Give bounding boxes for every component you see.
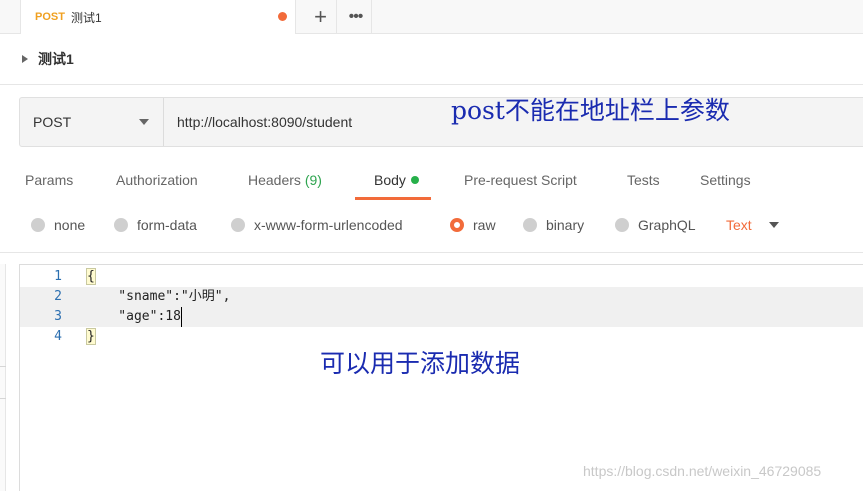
- tab-tests[interactable]: Tests: [627, 172, 660, 188]
- headers-count: (9): [304, 172, 322, 188]
- body-active-dot-icon: [410, 176, 419, 185]
- tab-params[interactable]: Params: [25, 172, 73, 188]
- body-type-urlencoded[interactable]: x-www-form-urlencoded: [231, 217, 403, 233]
- tab-body[interactable]: Body: [374, 172, 419, 188]
- tab-label: Pre-request Script: [464, 172, 577, 188]
- radio-icon: [615, 218, 629, 232]
- line-number: 1: [54, 269, 62, 284]
- tab-pre-request-script[interactable]: Pre-request Script: [464, 172, 577, 188]
- editor-line: 1 {: [20, 267, 863, 287]
- tab-method-badge: POST: [35, 11, 65, 23]
- tab-headers[interactable]: Headers (9): [248, 172, 322, 188]
- url-bar: POST: [19, 97, 863, 147]
- divider: [0, 84, 863, 85]
- new-tab-button[interactable]: +: [305, 0, 337, 34]
- line-number: 2: [54, 289, 62, 304]
- tab-label: Authorization: [116, 172, 198, 188]
- chevron-down-icon: [139, 119, 149, 125]
- tab-strip: POST 测试1 + •••: [0, 0, 863, 34]
- radio-icon: [31, 218, 45, 232]
- left-edge: [0, 264, 6, 491]
- body-type-graphql[interactable]: GraphQL: [615, 217, 696, 233]
- unsaved-dot-icon: [278, 12, 287, 21]
- radio-icon: [114, 218, 128, 232]
- annotation-bottom: 可以用于添加数据: [320, 349, 521, 378]
- tab-label: Params: [25, 172, 74, 188]
- code-text-current: "age":18: [87, 307, 182, 327]
- tab-label: Settings: [700, 172, 751, 188]
- request-header[interactable]: 测试1: [22, 49, 74, 69]
- tab-authorization[interactable]: Authorization: [116, 172, 198, 188]
- raw-format-label: Text: [726, 217, 752, 233]
- code-text: }: [86, 327, 96, 347]
- radio-label: form-data: [137, 217, 197, 233]
- body-type-none[interactable]: none: [31, 217, 85, 233]
- active-tab-underline: [355, 197, 431, 200]
- close-brace: }: [86, 328, 96, 345]
- tab-settings[interactable]: Settings: [700, 172, 751, 188]
- radio-selected-icon: [450, 218, 464, 232]
- edge-mark: [0, 398, 6, 399]
- plus-icon: +: [314, 4, 327, 29]
- tab-label: Tests: [627, 172, 660, 188]
- body-type-form-data[interactable]: form-data: [114, 217, 197, 233]
- expand-caret-icon[interactable]: [22, 55, 28, 63]
- method-dropdown[interactable]: POST: [20, 98, 164, 146]
- radio-icon: [231, 218, 245, 232]
- request-title: 测试1: [38, 51, 74, 67]
- radio-label: x-www-form-urlencoded: [254, 217, 403, 233]
- code-text: "sname":"小明",: [87, 289, 231, 304]
- tab-name: 测试1: [70, 10, 102, 25]
- method-label: POST: [33, 114, 72, 130]
- radio-icon: [523, 218, 537, 232]
- chevron-down-icon: [768, 222, 779, 228]
- line-number: 3: [54, 309, 62, 324]
- tab-label: Headers: [248, 172, 301, 188]
- radio-label: binary: [546, 217, 585, 233]
- radio-label: GraphQL: [638, 217, 696, 233]
- raw-format-dropdown[interactable]: Text: [726, 217, 779, 233]
- divider: [0, 252, 863, 253]
- more-tabs-button[interactable]: •••: [340, 0, 372, 34]
- editor-line: 2 "sname":"小明",: [20, 287, 863, 307]
- watermark: https://blog.csdn.net/weixin_46729085: [583, 463, 822, 479]
- radio-label: none: [54, 217, 86, 233]
- radio-label: raw: [473, 217, 496, 233]
- open-brace: {: [86, 268, 96, 285]
- body-type-binary[interactable]: binary: [523, 217, 584, 233]
- editor-line: 3 "age":18: [20, 307, 863, 327]
- more-icon: •••: [348, 8, 364, 25]
- request-tab[interactable]: POST 测试1: [20, 0, 296, 34]
- annotation-top: post不能在地址栏上参数: [451, 96, 730, 125]
- line-number: 4: [54, 329, 62, 344]
- body-type-raw[interactable]: raw: [450, 217, 496, 233]
- code-text: {: [86, 267, 96, 287]
- tab-label: Body: [374, 172, 406, 188]
- edge-mark: [0, 366, 6, 367]
